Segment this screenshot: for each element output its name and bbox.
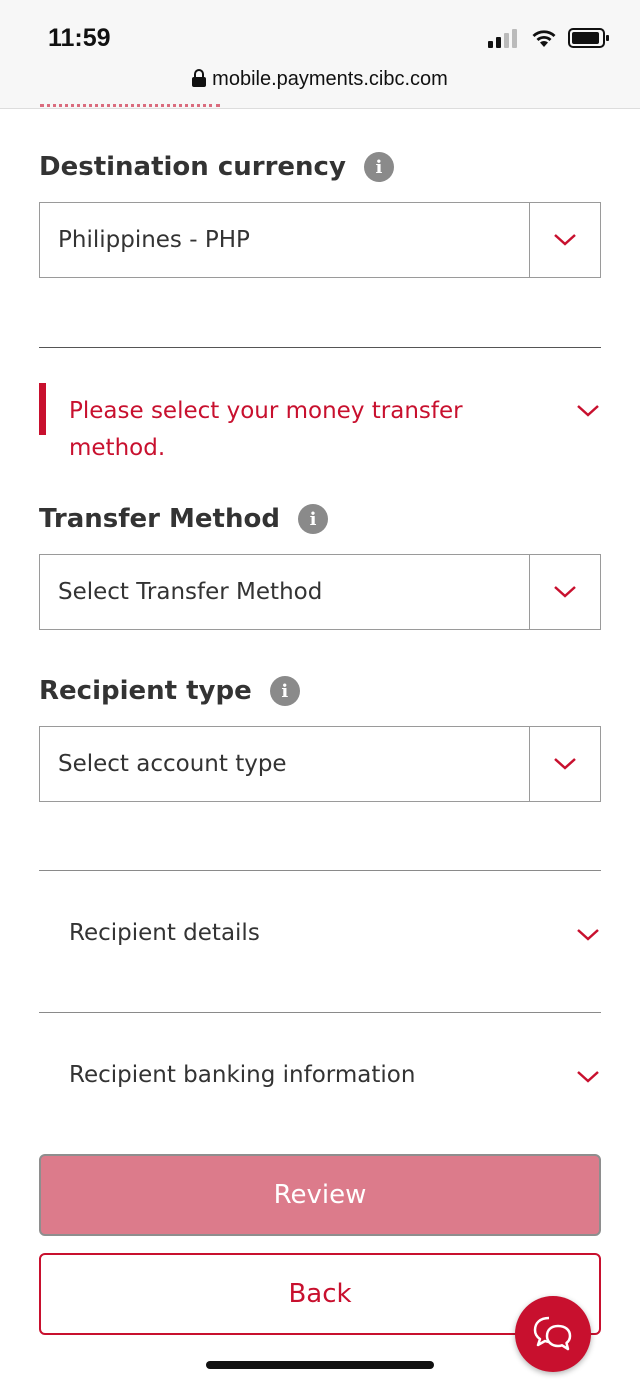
lock-icon (192, 69, 207, 87)
chat-bubbles-icon (533, 1316, 572, 1351)
chevron-down-icon[interactable] (576, 404, 600, 418)
home-indicator (206, 1361, 434, 1369)
recipient-details-header[interactable]: Recipient details (69, 920, 260, 946)
transfer-method-label: Transfer Method i (39, 504, 328, 534)
info-icon[interactable]: i (363, 152, 394, 182)
chevron-down-icon[interactable] (576, 928, 600, 942)
destination-currency-select[interactable]: Philippines - PHP (39, 202, 601, 278)
url-text: mobile.payments.cibc.com (212, 68, 448, 90)
chevron-down-icon[interactable] (529, 203, 600, 277)
status-time: 11:59 (48, 24, 111, 52)
info-icon[interactable]: i (297, 504, 328, 534)
cellular-signal-icon (488, 29, 517, 48)
info-icon[interactable]: i (269, 676, 300, 706)
destination-currency-label-text: Destination currency (39, 152, 346, 182)
recipient-type-label-text: Recipient type (39, 676, 252, 706)
status-bar: 11:59 mobile.payments.cibc.com (0, 0, 640, 109)
battery-icon (568, 28, 609, 48)
error-message: Please select your money transfer method… (69, 398, 463, 461)
clipped-previous-text (40, 104, 240, 114)
recipient-type-value: Select account type (58, 751, 287, 777)
review-button[interactable]: Review (39, 1154, 601, 1236)
recipient-banking-header[interactable]: Recipient banking information (69, 1062, 415, 1088)
section-divider (39, 347, 601, 348)
error-indicator-bar (39, 383, 46, 435)
section-divider (39, 870, 601, 871)
destination-currency-value: Philippines - PHP (58, 227, 250, 253)
section-divider (39, 1012, 601, 1013)
destination-currency-label: Destination currency i (39, 152, 394, 182)
chevron-down-icon[interactable] (529, 555, 600, 629)
transfer-method-select[interactable]: Select Transfer Method (39, 554, 601, 630)
recipient-type-label: Recipient type i (39, 676, 300, 706)
chevron-down-icon[interactable] (529, 727, 600, 801)
transfer-method-value: Select Transfer Method (58, 579, 323, 605)
wifi-icon (532, 30, 556, 47)
chat-button[interactable] (515, 1296, 591, 1372)
chevron-down-icon[interactable] (576, 1070, 600, 1084)
address-bar[interactable]: mobile.payments.cibc.com (0, 68, 640, 91)
recipient-type-select[interactable]: Select account type (39, 726, 601, 802)
status-icons (488, 28, 610, 48)
transfer-method-label-text: Transfer Method (39, 504, 280, 534)
